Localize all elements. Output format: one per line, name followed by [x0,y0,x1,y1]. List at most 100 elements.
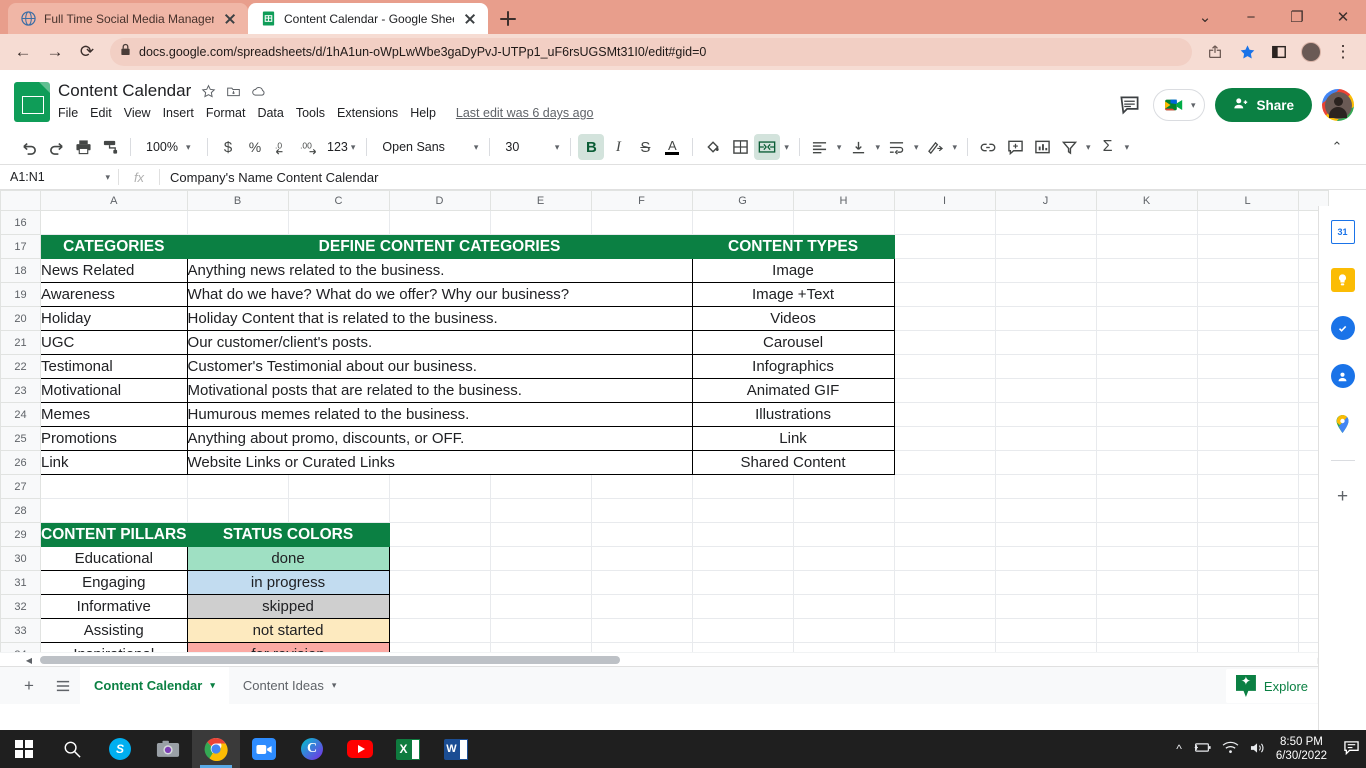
cell-status[interactable]: skipped [186,594,390,619]
sheet-tab-content-calendar[interactable]: Content Calendar ▾ [80,666,229,705]
close-icon[interactable] [222,11,238,27]
cell-k20[interactable] [1095,306,1198,331]
cell-j30[interactable] [994,546,1097,571]
text-color-button[interactable]: A [659,134,685,160]
cell-definition[interactable]: Humurous memes related to the business. [186,402,693,427]
address-bar[interactable]: docs.google.com/spreadsheets/d/1hA1un-oW… [110,38,1192,66]
row-header-34[interactable]: 34 [0,642,41,652]
cell-k28[interactable] [1095,498,1198,523]
cell-i28[interactable] [893,498,996,523]
cell-pillar[interactable]: Inspirational [40,642,188,652]
cell-k19[interactable] [1095,282,1198,307]
cell-i18[interactable] [893,258,996,283]
column-header-f[interactable]: F [590,190,693,211]
insert-chart-icon[interactable] [1029,134,1055,160]
user-avatar[interactable] [1322,89,1354,121]
cell-g32[interactable] [691,594,794,619]
document-title[interactable]: Content Calendar [58,81,191,101]
google-maps-icon[interactable] [1331,412,1355,436]
cell-l16[interactable] [1196,210,1299,235]
cell-f28[interactable] [590,498,693,523]
row-header-29[interactable]: 29 [0,522,41,547]
column-header-h[interactable]: H [792,190,895,211]
forward-icon[interactable]: → [40,37,70,67]
cell-j22[interactable] [994,354,1097,379]
google-tasks-icon[interactable] [1330,316,1355,340]
taskbar-clock[interactable]: 8:50 PM 6/30/2022 [1276,735,1327,764]
redo-icon[interactable] [43,134,69,160]
close-icon[interactable] [462,11,478,27]
wrap-dropdown-caret[interactable]: ▾ [911,142,922,153]
search-icon[interactable] [48,730,96,768]
cell-b16[interactable] [186,210,289,235]
cell-d34[interactable] [388,642,491,652]
row-header-19[interactable]: 19 [0,282,41,307]
column-header-l[interactable]: L [1196,190,1299,211]
row-header-27[interactable]: 27 [0,474,41,499]
cell-g29[interactable] [691,522,794,547]
rotation-dropdown-caret[interactable]: ▾ [950,142,961,153]
bold-button[interactable]: B [578,134,605,160]
row-header-24[interactable]: 24 [0,402,41,427]
cell-e29[interactable] [489,522,592,547]
cell-d33[interactable] [388,618,491,643]
cell-pillar[interactable]: Educational [40,546,188,571]
cell-category[interactable]: News Related [40,258,188,283]
row-header-16[interactable]: 16 [0,210,41,235]
add-sheet-button[interactable]: + [12,669,46,703]
explore-button[interactable]: Explore [1225,669,1322,703]
increase-decimal-button[interactable]: .00 [296,134,323,160]
cell-j27[interactable] [994,474,1097,499]
cell-h29[interactable] [792,522,895,547]
cell-k22[interactable] [1095,354,1198,379]
cell-content-type[interactable]: Animated GIF [691,378,895,403]
move-to-folder-icon[interactable] [226,84,241,99]
cell-definition[interactable]: Holiday Content that is related to the b… [186,306,693,331]
cell-j24[interactable] [994,402,1097,427]
cell-i34[interactable] [893,642,996,652]
reload-icon[interactable]: ⟳ [72,37,102,67]
cell-g33[interactable] [691,618,794,643]
cell-a28[interactable] [40,498,188,523]
menu-tools[interactable]: Tools [296,106,325,120]
star-icon[interactable] [201,84,216,99]
cell-i22[interactable] [893,354,996,379]
filter-icon[interactable] [1056,134,1082,160]
cell-j29[interactable] [994,522,1097,547]
cell-f32[interactable] [590,594,693,619]
cell-content-type[interactable]: Link [691,426,895,451]
cell-d27[interactable] [388,474,491,499]
cell-j19[interactable] [994,282,1097,307]
browser-menu-icon[interactable]: ⋮ [1328,37,1358,67]
wifi-icon[interactable] [1222,741,1239,757]
cell-h30[interactable] [792,546,895,571]
share-icon[interactable] [1200,37,1230,67]
cell-status[interactable]: for revision [186,642,390,652]
row-header-18[interactable]: 18 [0,258,41,283]
cell-l28[interactable] [1196,498,1299,523]
menu-file[interactable]: File [58,106,78,120]
cell-l20[interactable] [1196,306,1299,331]
row-header-33[interactable]: 33 [0,618,41,643]
cell-f16[interactable] [590,210,693,235]
cell-j26[interactable] [994,450,1097,475]
cell-h27[interactable] [792,474,895,499]
vertical-align-icon[interactable] [845,134,871,160]
menu-extensions[interactable]: Extensions [337,106,398,120]
merge-cells-icon[interactable] [754,134,781,160]
column-header-e[interactable]: E [489,190,592,211]
cell-f29[interactable] [590,522,693,547]
google-calendar-icon[interactable]: 31 [1330,220,1355,244]
cell-category[interactable]: Awareness [40,282,188,307]
cell-k30[interactable] [1095,546,1198,571]
column-header-g[interactable]: G [691,190,794,211]
cell-e16[interactable] [489,210,592,235]
youtube-icon[interactable] [336,730,384,768]
cell-category[interactable]: Link [40,450,188,475]
cell-h33[interactable] [792,618,895,643]
cell-j18[interactable] [994,258,1097,283]
cell-definition[interactable]: Anything news related to the business. [186,258,693,283]
sheet-tab-content-ideas[interactable]: Content Ideas ▾ [229,667,350,705]
cell-d30[interactable] [388,546,491,571]
cell-l29[interactable] [1196,522,1299,547]
